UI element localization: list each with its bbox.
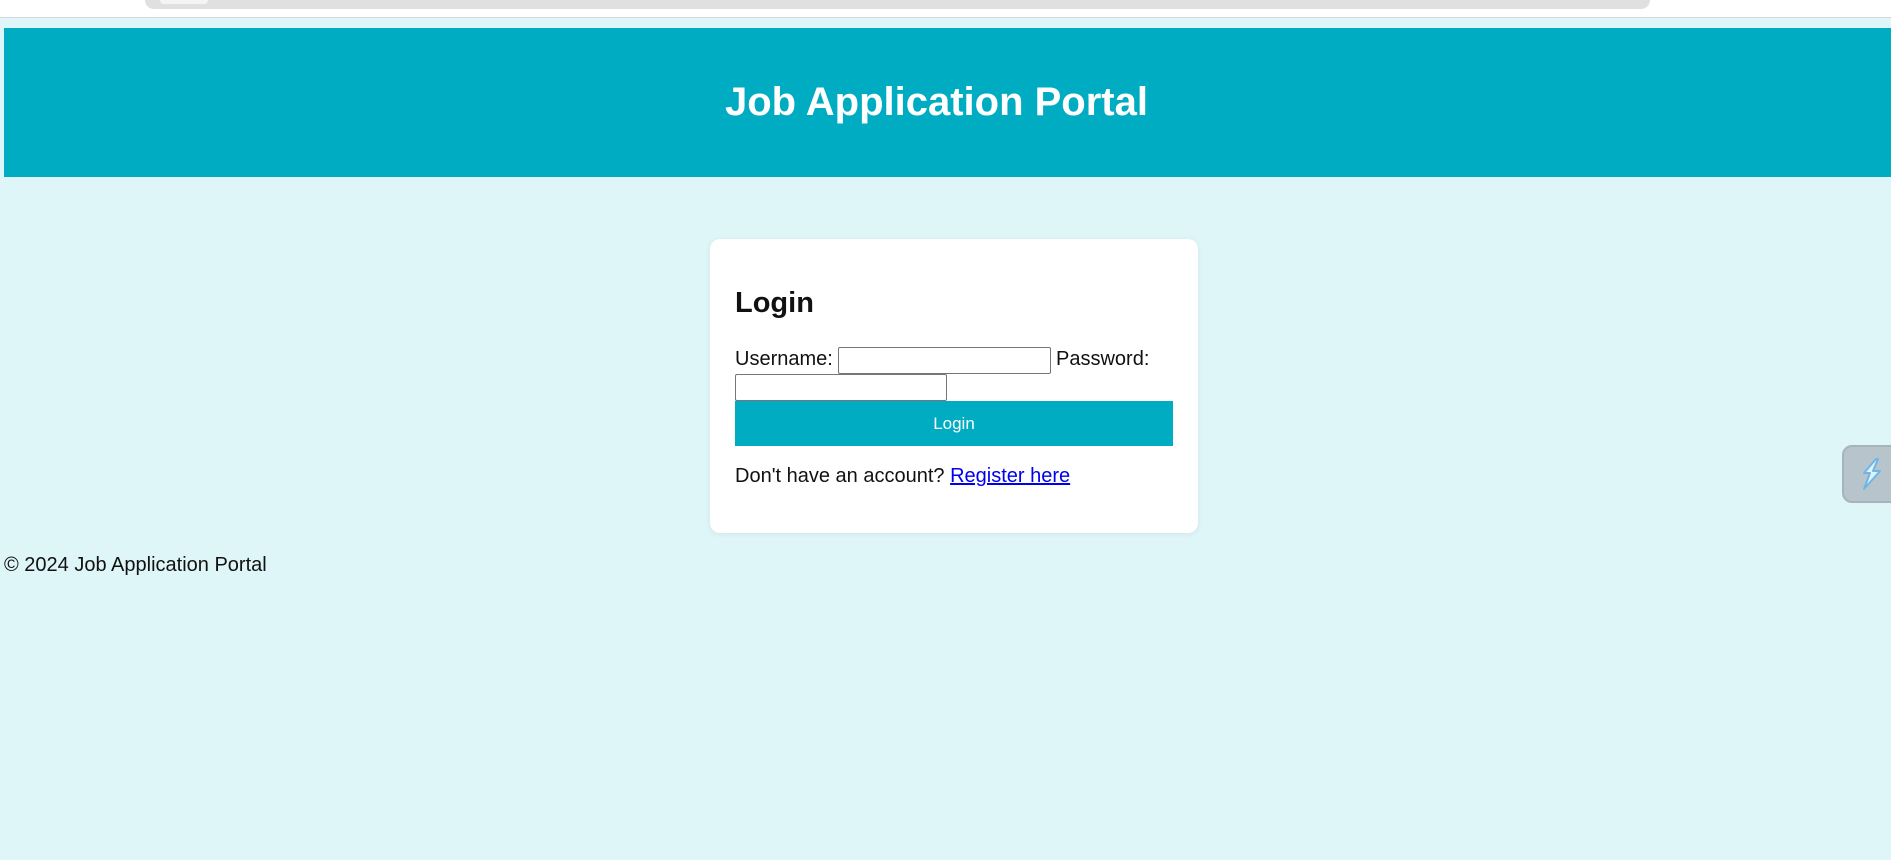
site-title: Job Application Portal bbox=[725, 80, 1148, 124]
register-prompt-line: Don't have an account? Register here bbox=[735, 465, 1070, 487]
register-prompt-text: Don't have an account? bbox=[735, 465, 945, 487]
login-button[interactable]: Login bbox=[735, 401, 1173, 446]
password-label: Password: bbox=[1056, 348, 1150, 370]
lightning-icon bbox=[1863, 458, 1881, 490]
password-input[interactable] bbox=[735, 374, 947, 401]
scrollbar-thumb[interactable] bbox=[160, 0, 208, 4]
browser-top-bar bbox=[0, 0, 1891, 18]
register-link[interactable]: Register here bbox=[950, 465, 1070, 487]
username-label: Username: bbox=[735, 348, 833, 370]
site-header: Job Application Portal bbox=[4, 28, 1891, 177]
username-input[interactable] bbox=[838, 347, 1051, 374]
footer-copyright: © 2024 Job Application Portal bbox=[4, 554, 267, 576]
login-heading: Login bbox=[735, 287, 814, 319]
side-widget-button[interactable] bbox=[1842, 445, 1891, 503]
horizontal-scrollbar[interactable] bbox=[145, 0, 1650, 9]
